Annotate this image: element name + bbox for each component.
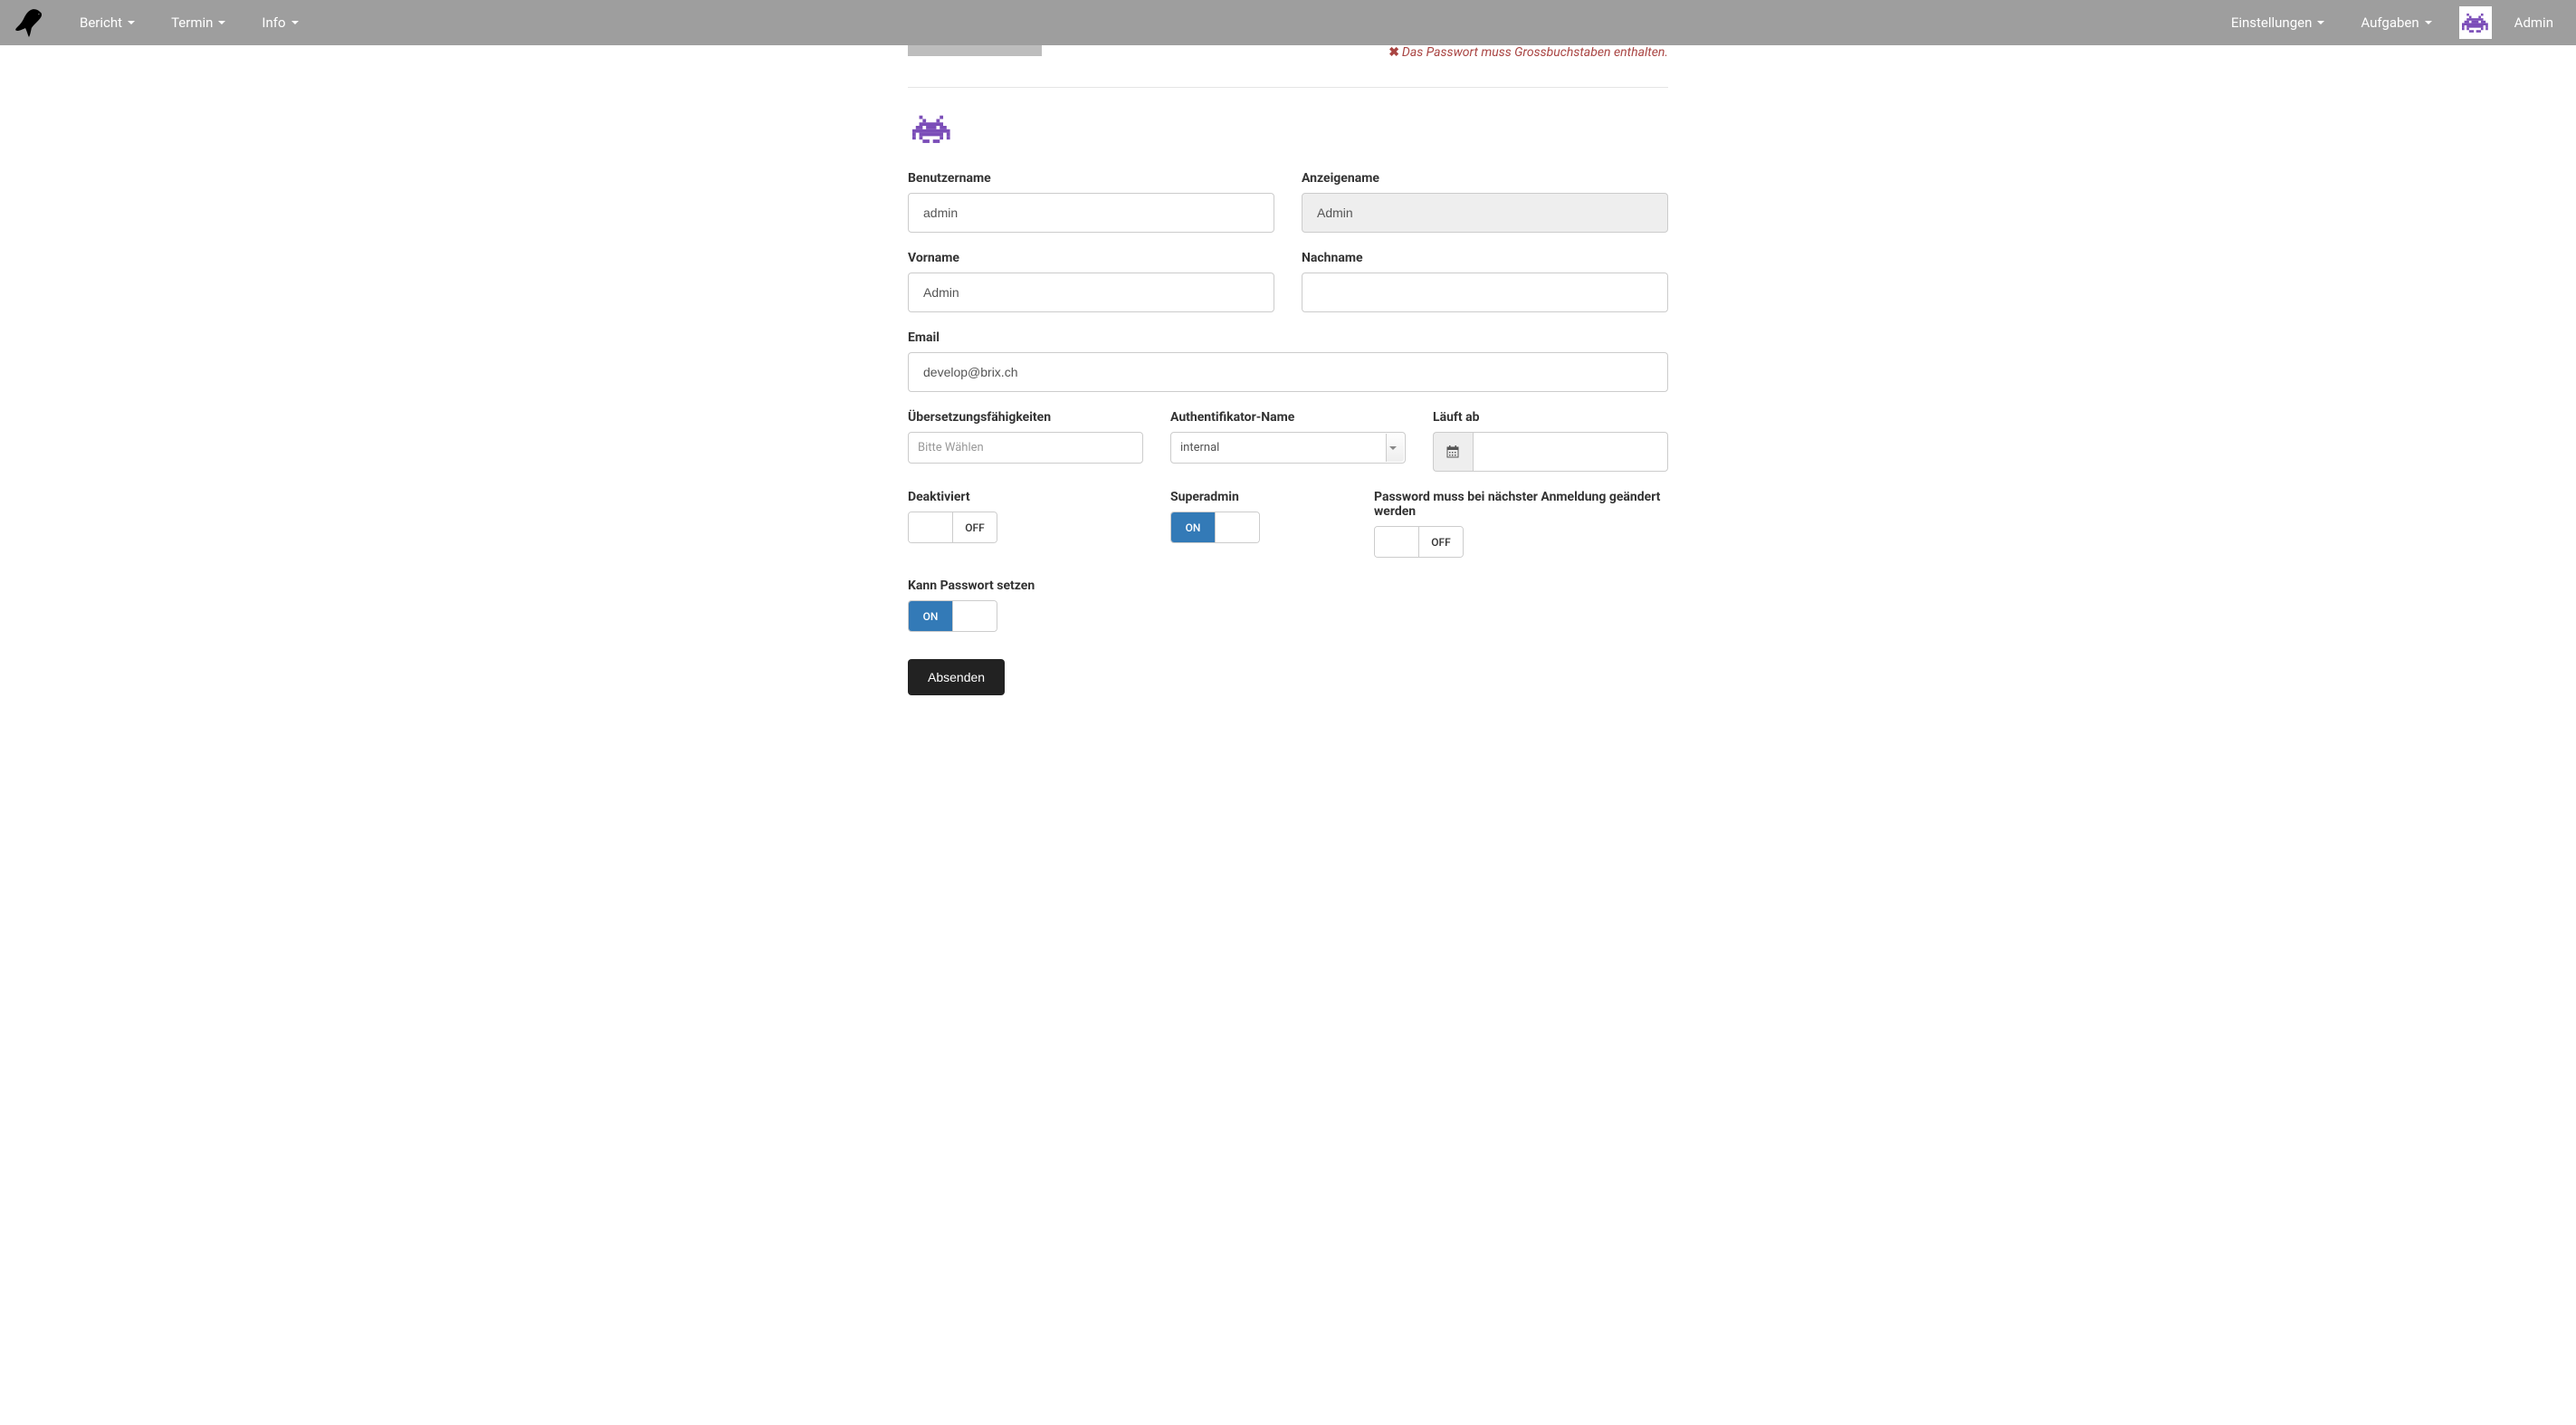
- label-email: Email: [908, 330, 1668, 345]
- space-invader-icon: [912, 110, 950, 148]
- label-anzeigename: Anzeigename: [1302, 171, 1668, 186]
- uebersetzung-placeholder: Bitte Wählen: [918, 441, 984, 454]
- password-error-message: Das Passwort muss Grossbuchstaben enthal…: [1388, 45, 1668, 60]
- select-caret-box: [1386, 434, 1404, 462]
- row-firstname-lastname: Vorname Nachname: [908, 251, 1668, 312]
- calendar-icon: [1446, 445, 1459, 458]
- top-row: Das Passwort muss Grossbuchstaben enthal…: [908, 45, 1668, 60]
- col-laeuftab: Läuft ab: [1433, 410, 1668, 472]
- row-username-displayname: Benutzername Anzeigename: [908, 171, 1668, 233]
- label-uebersetzung: Übersetzungsfähigkeiten: [908, 410, 1143, 425]
- navbar-left: Bericht Termin Info: [9, 0, 317, 45]
- superadmin-toggle[interactable]: ON: [1170, 512, 1260, 543]
- nav-einstellungen[interactable]: Einstellungen: [2213, 1, 2343, 44]
- calendar-addon[interactable]: [1433, 432, 1473, 472]
- vorname-input[interactable]: [908, 273, 1274, 312]
- laeuftab-input[interactable]: [1473, 432, 1668, 472]
- submit-button[interactable]: Absenden: [908, 659, 1005, 695]
- caret-down-icon: [2317, 21, 2324, 24]
- kann-passwort-toggle[interactable]: ON: [908, 600, 997, 632]
- label-nachname: Nachname: [1302, 251, 1668, 265]
- label-vorname: Vorname: [908, 251, 1274, 265]
- nav-termin-label: Termin: [171, 14, 213, 31]
- toggle-off-half: [952, 601, 997, 631]
- nav-info-label: Info: [262, 14, 285, 31]
- toggle-on-half: ON: [909, 601, 952, 631]
- divider: [908, 87, 1668, 88]
- email-input[interactable]: [908, 352, 1668, 392]
- upload-placeholder[interactable]: [908, 45, 1042, 56]
- nachname-input[interactable]: [1302, 273, 1668, 312]
- toggle-off-half: [1215, 512, 1259, 542]
- caret-down-icon: [2425, 21, 2432, 24]
- col-uebersetzung: Übersetzungsfähigkeiten Bitte Wählen: [908, 410, 1143, 472]
- password-change-toggle[interactable]: OFF: [1374, 526, 1464, 558]
- navbar: Bericht Termin Info Einstellungen Aufgab…: [0, 0, 2576, 45]
- nav-username[interactable]: Admin: [2501, 14, 2567, 31]
- col-anzeigename: Anzeigename: [1302, 171, 1668, 233]
- label-superadmin: Superadmin: [1170, 490, 1347, 504]
- space-invader-icon: [2462, 10, 2488, 36]
- app-logo[interactable]: [9, 1, 52, 44]
- nav-termin[interactable]: Termin: [153, 1, 243, 44]
- col-superadmin: Superadmin ON: [1170, 490, 1347, 560]
- col-deaktiviert: Deaktiviert OFF: [908, 490, 1143, 560]
- nav-bericht[interactable]: Bericht: [62, 1, 153, 44]
- laeuftab-group: [1433, 432, 1668, 472]
- col-email: Email: [908, 330, 1668, 392]
- col-kann-passwort: Kann Passwort setzen ON: [908, 579, 1668, 632]
- toggle-on-half: [909, 512, 953, 542]
- error-text: Das Passwort muss Grossbuchstaben enthal…: [1402, 45, 1668, 60]
- label-kann-passwort: Kann Passwort setzen: [908, 579, 1668, 593]
- row-email: Email: [908, 330, 1668, 392]
- anzeigename-input: [1302, 193, 1668, 233]
- chevron-down-icon: [1389, 446, 1397, 450]
- authentifikator-value: internal: [1180, 441, 1219, 454]
- benutzername-input[interactable]: [908, 193, 1274, 233]
- avatar[interactable]: [2459, 6, 2492, 39]
- col-nachname: Nachname: [1302, 251, 1668, 312]
- toggle-off-half: OFF: [1419, 527, 1463, 557]
- row-kann-passwort: Kann Passwort setzen ON: [908, 579, 1668, 632]
- caret-down-icon: [128, 21, 135, 24]
- label-benutzername: Benutzername: [908, 171, 1274, 186]
- user-avatar-large: [908, 106, 955, 153]
- uebersetzung-select[interactable]: Bitte Wählen: [908, 432, 1143, 464]
- toggle-on-half: [1375, 527, 1419, 557]
- col-password-change: Password muss bei nächster Anmeldung geä…: [1374, 490, 1668, 560]
- authentifikator-select[interactable]: internal: [1170, 432, 1406, 464]
- toggle-on-half: ON: [1171, 512, 1215, 542]
- nav-aufgaben-label: Aufgaben: [2361, 14, 2419, 31]
- col-authentifikator: Authentifikator-Name internal: [1170, 410, 1406, 472]
- label-deaktiviert: Deaktiviert: [908, 490, 1143, 504]
- nav-einstellungen-label: Einstellungen: [2231, 14, 2313, 31]
- label-authentifikator: Authentifikator-Name: [1170, 410, 1406, 425]
- caret-down-icon: [218, 21, 225, 24]
- nav-info[interactable]: Info: [243, 1, 316, 44]
- col-benutzername: Benutzername: [908, 171, 1274, 233]
- label-password-change: Password muss bei nächster Anmeldung geä…: [1374, 490, 1668, 519]
- col-vorname: Vorname: [908, 251, 1274, 312]
- row-toggles-1: Deaktiviert OFF Superadmin ON Password m…: [908, 490, 1668, 560]
- nav-aufgaben[interactable]: Aufgaben: [2342, 1, 2449, 44]
- nav-bericht-label: Bericht: [80, 14, 122, 31]
- toggle-off-half: OFF: [953, 512, 997, 542]
- caret-down-icon: [291, 21, 299, 24]
- deaktiviert-toggle[interactable]: OFF: [908, 512, 997, 543]
- label-laeuftab: Läuft ab: [1433, 410, 1668, 425]
- row-translation-auth-expiry: Übersetzungsfähigkeiten Bitte Wählen Aut…: [908, 410, 1668, 472]
- bird-icon: [13, 5, 49, 41]
- main-container: Das Passwort muss Grossbuchstaben enthal…: [894, 45, 1682, 695]
- navbar-right: Einstellungen Aufgaben: [2213, 0, 2567, 45]
